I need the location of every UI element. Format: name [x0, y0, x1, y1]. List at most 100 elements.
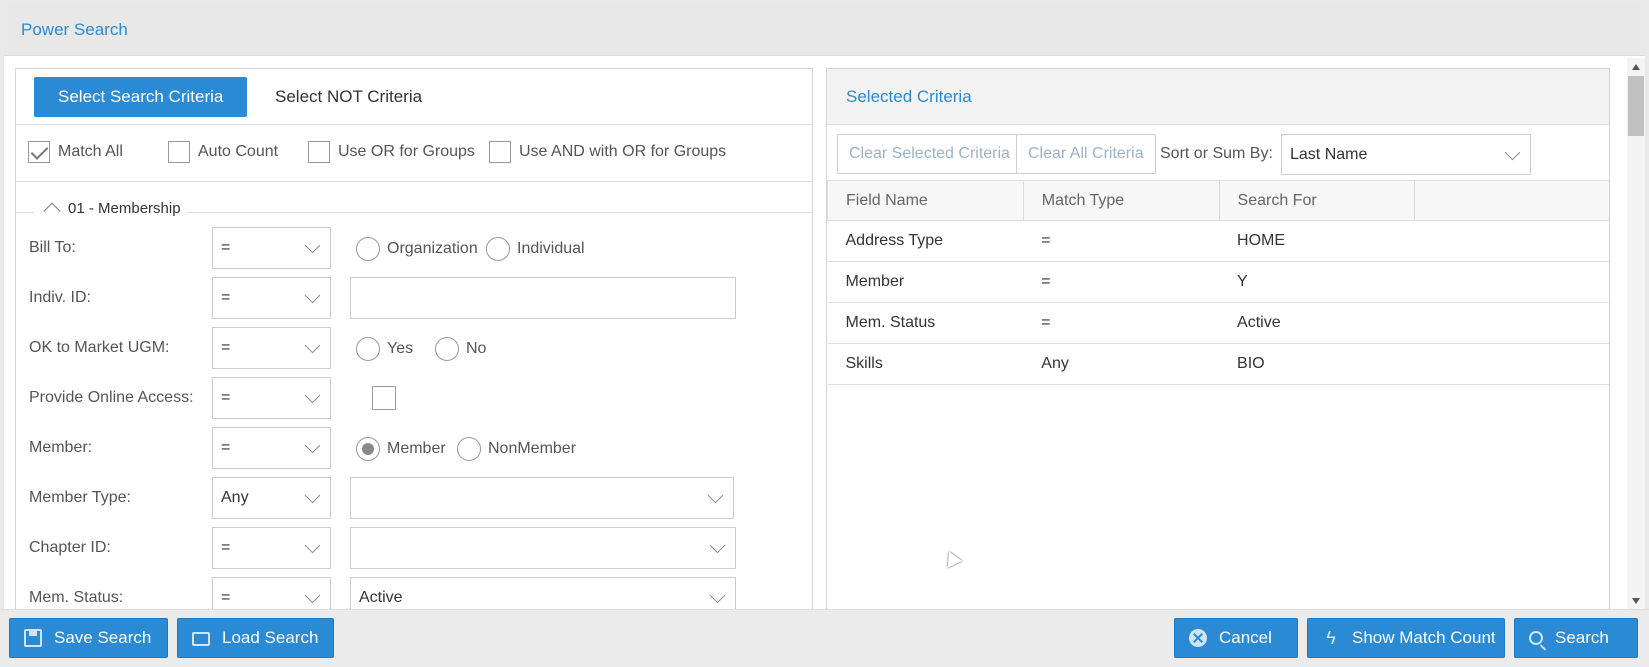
chevron-down-icon — [304, 387, 321, 404]
field-row-chapter-id: Chapter ID: = — [16, 527, 812, 571]
field-row-bill-to: Bill To: = Organization Individual — [16, 227, 812, 271]
cell-search-for: HOME — [1219, 220, 1415, 262]
search-options: Match All Auto Count Use OR for Groups U… — [16, 126, 812, 182]
use-or-groups-option[interactable]: Use OR for Groups — [308, 140, 475, 164]
mem-status-select[interactable]: Active — [350, 577, 736, 609]
chevron-up-icon[interactable] — [43, 202, 61, 220]
radio-member[interactable]: Member — [356, 437, 446, 461]
search-button[interactable]: Search — [1514, 618, 1638, 658]
tab-select-not-criteria[interactable]: Select NOT Criteria — [251, 77, 446, 117]
field-row-ok-to-market: OK to Market UGM: = Yes No — [16, 327, 812, 371]
cancel-button[interactable]: Cancel — [1174, 618, 1298, 658]
radio-label: Member — [387, 440, 446, 457]
operator-select[interactable]: = — [212, 527, 331, 569]
bolt-icon: ϟ — [1326, 628, 1336, 648]
match-all-checkbox[interactable] — [28, 141, 50, 163]
radio-circle[interactable] — [356, 337, 380, 361]
button-label: Search — [1555, 628, 1609, 647]
criteria-tabs: Select Search Criteria Select NOT Criter… — [16, 69, 812, 125]
radio-circle[interactable] — [486, 237, 510, 261]
operator-select[interactable]: = — [212, 327, 331, 369]
save-search-button[interactable]: Save Search — [9, 618, 168, 658]
cell-empty — [1414, 343, 1609, 385]
radio-individual[interactable]: Individual — [486, 237, 585, 261]
operator-value: = — [221, 239, 231, 256]
operator-value: = — [221, 439, 231, 456]
field-row-member: Member: = Member NonMember — [16, 427, 812, 471]
radio-circle[interactable] — [457, 437, 481, 461]
operator-select[interactable]: = — [212, 577, 331, 609]
field-label: Indiv. ID: — [29, 289, 91, 306]
scroll-up-arrow-icon[interactable] — [1632, 64, 1640, 70]
indiv-id-input[interactable] — [350, 277, 736, 319]
clear-all-criteria-button[interactable]: Clear All Criteria — [1016, 134, 1156, 174]
chapter-id-select[interactable] — [350, 527, 736, 569]
criteria-panel: Select Search Criteria Select NOT Criter… — [15, 68, 813, 609]
chevron-down-icon — [304, 337, 321, 354]
radio-circle[interactable] — [356, 237, 380, 261]
show-match-count-button[interactable]: ϟ Show Match Count — [1307, 618, 1505, 658]
online-access-checkbox[interactable] — [372, 386, 396, 410]
cell-field-name: Skills — [827, 343, 1024, 385]
radio-yes[interactable]: Yes — [356, 337, 413, 361]
cell-empty — [1414, 261, 1609, 303]
radio-label: Organization — [387, 240, 478, 257]
member-type-select[interactable] — [350, 477, 734, 519]
search-icon — [1529, 631, 1543, 645]
operator-value: Any — [221, 489, 249, 506]
vertical-scrollbar[interactable] — [1627, 58, 1645, 610]
table-header-row: Field Name Match Type Search For — [827, 180, 1609, 221]
column-header[interactable]: Match Type — [1022, 180, 1220, 221]
radio-label: No — [466, 340, 487, 357]
chevron-down-icon — [304, 437, 321, 454]
operator-value: = — [221, 539, 231, 556]
auto-count-checkbox[interactable] — [168, 141, 190, 163]
radio-organization[interactable]: Organization — [356, 237, 478, 261]
operator-select[interactable]: Any — [212, 477, 331, 519]
operator-select[interactable]: = — [212, 377, 331, 419]
clear-selected-criteria-button[interactable]: Clear Selected Criteria — [837, 134, 1022, 174]
cell-field-name: Address Type — [827, 220, 1024, 262]
operator-value: = — [221, 389, 231, 406]
field-row-indiv-id: Indiv. ID: = — [16, 277, 812, 321]
power-search-dialog: Power Search Select Search Criteria Sele… — [0, 0, 1649, 667]
dialog-content: Select Search Criteria Select NOT Criter… — [4, 56, 1645, 609]
load-search-button[interactable]: Load Search — [177, 618, 334, 658]
select-value: Active — [359, 589, 403, 606]
column-header[interactable]: Search For — [1218, 180, 1416, 221]
group-header-membership[interactable]: 01 - Membership — [34, 199, 187, 220]
auto-count-option[interactable]: Auto Count — [168, 140, 278, 164]
table-row[interactable]: Mem. Status = Active — [827, 302, 1609, 344]
chevron-down-icon — [709, 587, 726, 604]
dialog-footer: Save Search Load Search Cancel ϟ Show Ma… — [0, 609, 1649, 667]
column-header[interactable]: Field Name — [827, 180, 1024, 221]
operator-select[interactable]: = — [212, 277, 331, 319]
radio-circle[interactable] — [356, 437, 380, 461]
auto-count-label: Auto Count — [198, 143, 279, 160]
field-label: Chapter ID: — [29, 539, 111, 556]
scroll-thumb[interactable] — [1628, 76, 1644, 136]
scroll-down-arrow-icon[interactable] — [1632, 598, 1640, 604]
cell-match-type: = — [1023, 302, 1220, 344]
operator-value: = — [221, 289, 231, 306]
use-or-groups-checkbox[interactable] — [308, 141, 330, 163]
tab-select-search-criteria[interactable]: Select Search Criteria — [34, 77, 248, 117]
operator-select[interactable]: = — [212, 427, 331, 469]
operator-value: = — [221, 339, 231, 356]
use-and-or-groups-checkbox[interactable] — [489, 141, 511, 163]
table-row[interactable]: Skills Any BIO — [827, 343, 1609, 385]
sort-by-select[interactable]: Last Name — [1281, 134, 1531, 175]
table-row[interactable]: Member = Y — [827, 261, 1609, 303]
radio-circle[interactable] — [435, 337, 459, 361]
operator-select[interactable]: = — [212, 227, 331, 269]
use-and-or-groups-option[interactable]: Use AND with OR for Groups — [489, 140, 726, 164]
chevron-down-icon — [1504, 144, 1521, 161]
radio-nonmember[interactable]: NonMember — [457, 437, 576, 461]
sort-value: Last Name — [1290, 146, 1368, 163]
cell-match-type: = — [1023, 261, 1220, 303]
table-row[interactable]: Address Type = HOME — [827, 220, 1609, 262]
close-circle-icon — [1189, 629, 1207, 647]
match-all-option[interactable]: Match All — [28, 140, 123, 164]
chevron-down-icon — [709, 537, 726, 554]
radio-no[interactable]: No — [435, 337, 486, 361]
